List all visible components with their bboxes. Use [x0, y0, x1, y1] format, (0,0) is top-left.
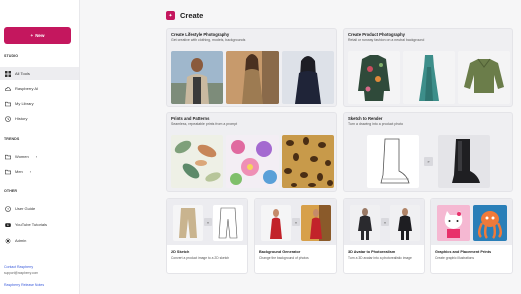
- grid-icon: [5, 70, 11, 77]
- card-title: Sketch to Render: [348, 116, 383, 121]
- arrow-right-icon: »: [292, 218, 300, 226]
- avatar-after-thumb: [390, 205, 420, 241]
- sketch-thumb-boot-drawing: [367, 135, 419, 188]
- card-preview: [431, 199, 512, 245]
- bg-before-thumb: [261, 205, 291, 241]
- sidebar-item-men[interactable]: Men ›: [0, 165, 79, 178]
- card-subtitle: Get creative with clothing, models, back…: [171, 38, 246, 42]
- product-thumb-floral-shirt: [348, 51, 400, 104]
- card-subtitle: Turn a 3D avatar into a photorealistic i…: [348, 256, 412, 260]
- arrow-right-icon: »: [204, 218, 212, 226]
- create-icon: ✦: [166, 11, 175, 20]
- card-subtitle: Turn a drawing into a product photo: [348, 122, 404, 126]
- card-subtitle: Retail or runway fashion on a neutral ba…: [348, 38, 425, 42]
- card-subtitle: Create graphic illustrations: [435, 256, 475, 260]
- prints-patterns-card[interactable]: Prints and Patterns Seamless, repeatable…: [166, 112, 337, 192]
- print-thumb-leopard: [282, 135, 334, 188]
- arrow-right-icon: »: [381, 218, 389, 226]
- card-title: Create Lifestyle Photography: [171, 32, 230, 37]
- sidebar-item-raspberry-ai[interactable]: Raspberry AI: [0, 82, 79, 95]
- release-notes-link[interactable]: Raspberry Release Notes: [4, 283, 44, 287]
- sidebar-item-youtube-tutorials[interactable]: YouTube Tutorials: [0, 218, 79, 231]
- print-thumb-leaves: [171, 135, 223, 188]
- chevron-right-icon: ›: [35, 154, 38, 159]
- pants-photo-thumb: [173, 205, 203, 241]
- card-title: Create Product Photography: [348, 32, 406, 37]
- background-generator-card[interactable]: » Background Generator Change the backgr…: [254, 198, 337, 274]
- card-title: Graphics and Placement Prints: [435, 250, 492, 254]
- sidebar-item-all-tools[interactable]: All Tools: [0, 67, 79, 80]
- graphics-thumb-octopus: [473, 205, 507, 241]
- card-subtitle: Convert a product image to a 2D sketch: [171, 256, 230, 260]
- cloud-icon: [5, 86, 11, 92]
- sketch-thumb-boot-render: [438, 135, 490, 188]
- history-icon: [5, 115, 11, 122]
- sketch-to-render-card[interactable]: Sketch to Render Turn a drawing into a p…: [343, 112, 513, 192]
- bg-after-thumb: [301, 205, 331, 241]
- trends-section-label: TRENDS: [4, 137, 20, 141]
- youtube-icon: [5, 222, 11, 228]
- help-icon: ?: [5, 205, 11, 212]
- sidebar-item-women[interactable]: Women ›: [0, 150, 79, 163]
- 3d-avatar-card[interactable]: » 3D Avatar to Photorealism Turn a 3D av…: [343, 198, 425, 274]
- folder-icon: [5, 154, 11, 160]
- svg-text:?: ?: [7, 207, 9, 211]
- chevron-right-icon: ›: [29, 169, 32, 174]
- folder-icon: [5, 101, 11, 107]
- lifestyle-thumb-man: [171, 51, 223, 104]
- card-preview: »: [167, 199, 247, 245]
- pants-sketch-thumb: [213, 205, 243, 241]
- card-preview: »: [255, 199, 336, 245]
- lifestyle-thumb-woman-dark: [282, 51, 334, 104]
- lifestyle-photography-card[interactable]: Create Lifestyle Photography Get creativ…: [166, 28, 337, 107]
- print-thumb-floral: [226, 135, 279, 188]
- card-title: 2D Sketch: [171, 250, 190, 254]
- folder-icon: [5, 169, 11, 175]
- plus-icon: +: [30, 33, 34, 38]
- graphics-placement-card[interactable]: Graphics and Placement Prints Create gra…: [430, 198, 513, 274]
- arrow-right-icon: »: [424, 157, 433, 166]
- sidebar-item-history[interactable]: History: [0, 112, 79, 125]
- sidebar: + New STUDIO All Tools Raspberry AI My L…: [0, 0, 80, 294]
- avatar-before-thumb: [350, 205, 380, 241]
- card-title: Background Generator: [259, 250, 301, 254]
- product-thumb-green-top: [458, 51, 510, 104]
- graphics-thumb-cat: [437, 205, 470, 241]
- studio-section-label: STUDIO: [4, 54, 19, 58]
- admin-icon: [5, 237, 11, 244]
- card-title: 3D Avatar to Photorealism: [348, 250, 396, 254]
- contact-email: support@raspberry.com: [4, 271, 39, 275]
- sidebar-item-user-guide[interactable]: ? User Guide: [0, 202, 79, 215]
- sidebar-item-my-library[interactable]: My Library: [0, 97, 79, 110]
- page-title: Create: [180, 11, 204, 20]
- sidebar-item-admin[interactable]: Admin: [0, 234, 79, 247]
- other-section-label: OTHER: [4, 189, 18, 193]
- lifestyle-thumb-woman-dress: [226, 51, 279, 104]
- contact-link[interactable]: Contact Raspberry: [4, 265, 33, 269]
- 2d-sketch-card[interactable]: » 2D Sketch Convert a product image to a…: [166, 198, 248, 274]
- new-button[interactable]: + New: [4, 27, 71, 44]
- card-subtitle: Seamless, repeatable prints from a promp…: [171, 122, 238, 126]
- card-preview: »: [344, 199, 424, 245]
- product-thumb-teal-dress: [403, 51, 455, 104]
- product-photography-card[interactable]: Create Product Photography Retail or run…: [343, 28, 513, 107]
- card-subtitle: Change the background of photos: [259, 256, 309, 260]
- page-header: ✦ Create: [166, 11, 203, 20]
- card-title: Prints and Patterns: [171, 116, 210, 121]
